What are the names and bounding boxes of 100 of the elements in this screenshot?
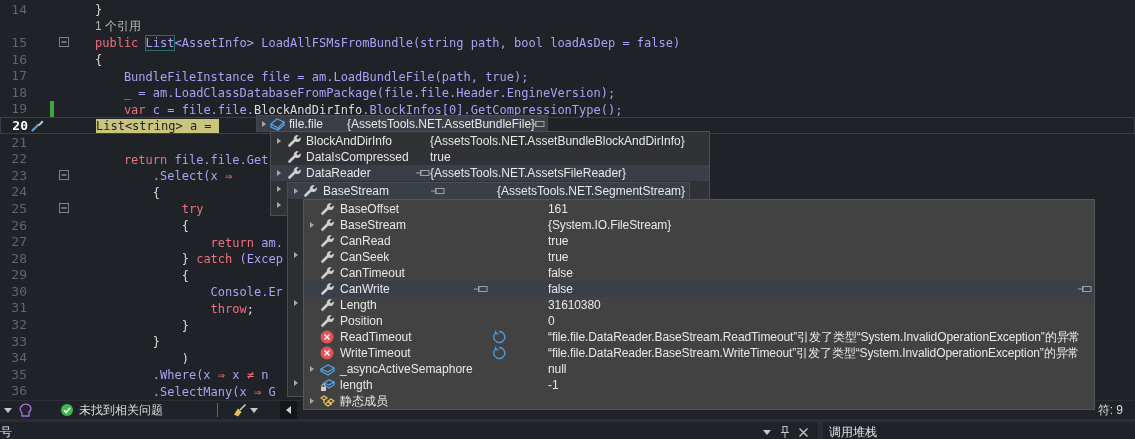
expand-arrow-icon[interactable] [292,251,299,259]
property-value: 0 [548,314,555,328]
property-name: BlockAndDirInfo [306,134,394,148]
line-number: 23 [10,167,27,183]
caret-down-icon[interactable] [250,407,258,413]
row-highlight[interactable]: CanWrite false [304,281,1094,297]
property-value: {AssetsTools.NET.AssetBundleFile} [347,117,536,131]
wrench-icon [303,184,317,198]
cursor-position: 符: 9 [1097,401,1123,419]
line-number: 28 [10,250,27,266]
line-number: 27 [10,234,27,250]
refresh-icon[interactable] [492,346,506,360]
scroll-left-button[interactable] [280,401,297,419]
row-highlight[interactable]: BaseStream {AssetsTools.NET.SegmentStream} [288,183,689,199]
property-value: “file.file.DataReader.BaseStream.WriteTimeout”引发了类型“System.InvalidOperationException”的异常 [548,345,1080,360]
line-number: 26 [10,217,27,233]
property-value: -1 [548,378,559,392]
code-line: try [180,202,204,218]
wrench-icon [320,314,334,328]
wrench-icon [320,266,334,280]
code-line: Console.Er [209,285,283,301]
pin-icon[interactable] [431,187,445,195]
caret-down-icon[interactable] [4,407,12,413]
property-name: BaseOffset [340,202,401,216]
property-name: CanTimeout [340,266,406,280]
property-value: false [548,282,573,296]
property-name: CanRead [340,234,392,248]
expand-arrow-icon[interactable] [309,365,315,373]
property-value: 161 [548,202,568,216]
line-number: 25 [10,200,27,216]
property-value: “file.file.DataReader.BaseStream.ReadTimeout”引发了类型“System.InvalidOperationException”的异常 [548,329,1081,344]
property-name: DataReader [306,166,372,180]
code-line: { [151,185,161,201]
expand-arrow-icon[interactable] [292,187,299,195]
wrench-icon [320,218,334,232]
code-line: _ = am.LoadClassDatabaseFromPackage(file.file.Header.EngineVersion); [122,86,616,102]
pin-icon[interactable] [781,426,789,438]
caret-left-icon [286,406,291,414]
property-name: length [340,378,374,392]
property-name: Position [340,314,384,328]
collapse-icon[interactable] [59,170,69,181]
line-number: 15 [10,35,27,50]
row-highlight[interactable]: DataReader {AssetsTools.NET.AssetsFileReader} [271,165,709,181]
property-name: 静态成员 [340,392,389,409]
expand-arrow-icon[interactable] [260,120,267,128]
close-icon[interactable] [799,427,808,437]
locked-cube-icon [320,378,335,392]
line-number: 32 [10,317,27,333]
property-value: true [548,234,569,248]
code-line: return file.file.Get [122,152,269,168]
wrench-icon [320,250,334,264]
property-name: CanSeek [340,250,391,264]
check-circle-icon [61,404,73,416]
line-number: 33 [10,333,27,349]
collapse-icon[interactable] [59,37,69,48]
caret-down-icon[interactable] [763,429,771,435]
property-name: DataIsCompressed [306,150,410,164]
pin-icon[interactable] [474,285,488,293]
expand-arrow-icon[interactable] [292,299,299,307]
property-value: {AssetsTools.NET.AssetBundleBlockAndDirInfo} [430,134,685,148]
expand-arrow-icon[interactable] [292,379,299,387]
codelens-link[interactable]: 1 个引用 [95,19,141,34]
line-number: 31 [10,300,27,316]
code-line: { [180,268,189,284]
code-line: return am. [209,235,283,251]
code-line: public List<AssetInfo> LoadAllFSMsFromBundle(string path, bool loadAsDep = false) [95,36,681,52]
property-name: WriteTimeout [340,346,412,360]
property-value: true [548,250,569,264]
expand-arrow-icon[interactable] [309,221,315,229]
code-line: ) [180,351,189,367]
expand-arrow-icon[interactable] [276,201,282,209]
row-highlight[interactable]: file.file {AssetsTools.NET.AssetBundleFile} [257,116,547,131]
wrench-icon [287,150,301,164]
wrench-icon [320,202,334,216]
code-line: .SelectMany(x ⇒ G [151,384,276,400]
broom-icon[interactable] [233,403,247,417]
line-number: 35 [10,366,27,382]
code-line: { [180,219,189,234]
wrench-icon [320,282,334,296]
head-icon[interactable] [19,403,32,417]
property-name: ReadTimeout [340,330,413,344]
expand-arrow-icon[interactable] [276,185,282,193]
refresh-icon[interactable] [492,330,506,344]
pin-icon[interactable] [416,169,430,177]
property-name: _asyncActiveSemaphore [340,362,474,376]
line-number: 24 [10,184,27,200]
pin-icon[interactable] [1078,285,1092,293]
line-number: 22 [10,151,27,167]
code-line: throw; [209,302,254,317]
error-icon [320,330,334,344]
code-line: .Select(x ⇒ [151,169,233,185]
line-number: 14 [10,1,27,17]
line-number: 19 [10,101,27,117]
collapse-icon[interactable] [59,203,69,214]
expand-arrow-icon[interactable] [276,169,282,177]
line-number: 17 [10,68,27,84]
expand-arrow-icon[interactable] [276,137,282,145]
panel-title: 调用堆栈 [829,425,877,439]
expand-arrow-icon[interactable] [309,397,315,405]
property-name: BaseStream [340,218,408,232]
